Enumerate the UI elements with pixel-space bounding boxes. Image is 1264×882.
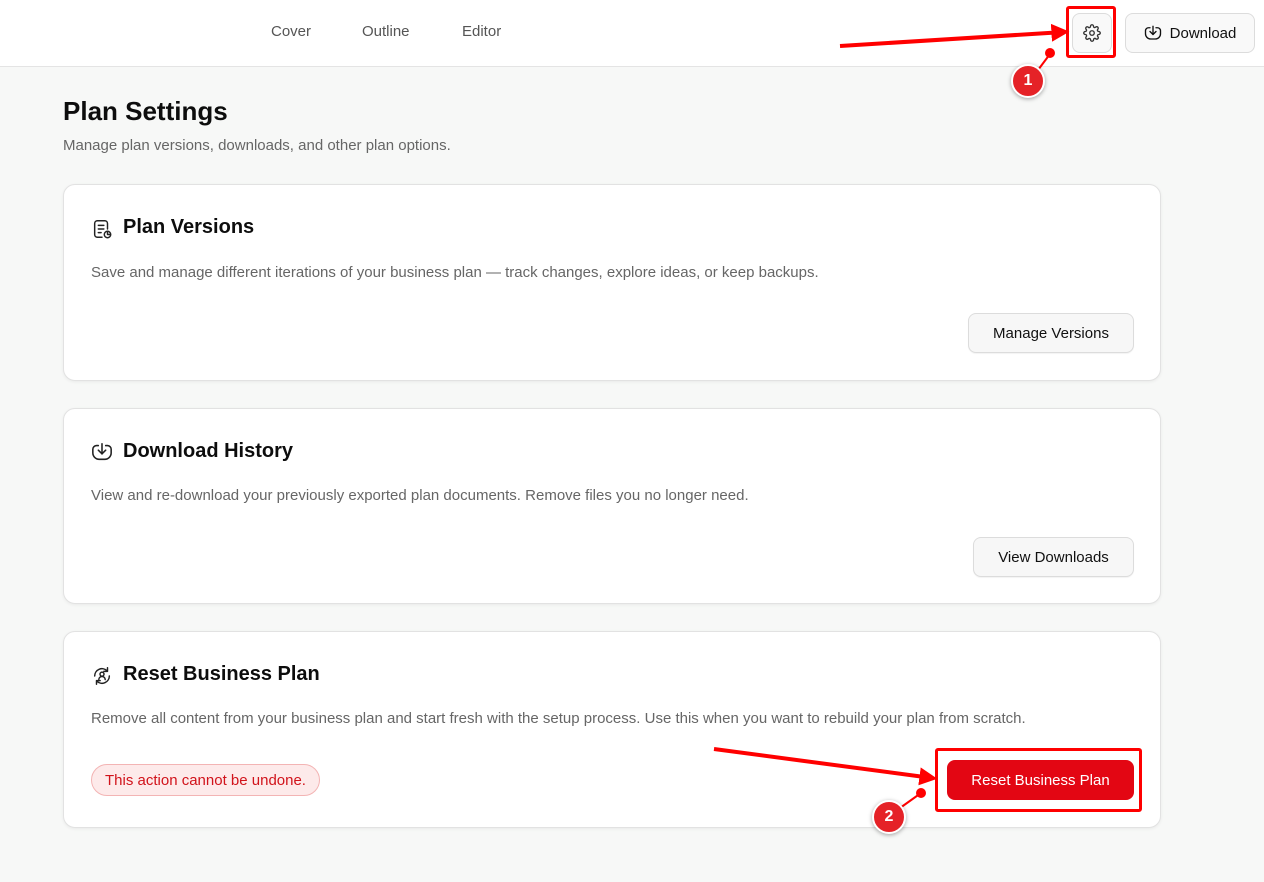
plan-versions-title: Plan Versions (123, 216, 255, 238)
reset-user-icon (93, 667, 111, 685)
download-button[interactable]: Download (1125, 13, 1255, 53)
step-marker-2: 2 (872, 800, 906, 834)
reset-plan-description: Remove all content from your business pl… (91, 710, 1026, 727)
tab-outline[interactable]: Outline (362, 23, 410, 40)
download-icon (92, 442, 112, 461)
irreversible-warning-badge: This action cannot be undone. (91, 764, 320, 796)
download-history-card: Download History View and re-download yo… (63, 408, 1161, 604)
page-subtitle: Manage plan versions, downloads, and oth… (63, 137, 451, 154)
reset-plan-card: Reset Business Plan Remove all content f… (63, 631, 1161, 828)
tab-cover[interactable]: Cover (271, 23, 311, 40)
gear-icon (1083, 24, 1101, 42)
reset-business-plan-button[interactable]: Reset Business Plan (947, 760, 1134, 800)
download-history-description: View and re-download your previously exp… (91, 487, 749, 504)
view-downloads-button[interactable]: View Downloads (973, 537, 1134, 577)
download-history-title: Download History (123, 440, 294, 462)
download-icon (1144, 25, 1161, 40)
plan-versions-card: Plan Versions Save and manage different … (63, 184, 1161, 381)
tab-editor[interactable]: Editor (462, 23, 501, 40)
step-marker-1: 1 (1011, 64, 1045, 98)
reset-plan-title: Reset Business Plan (123, 663, 320, 685)
top-bar: Cover Outline Editor Download (0, 0, 1264, 67)
plan-versions-description: Save and manage different iterations of … (91, 264, 819, 281)
download-button-label: Download (1169, 24, 1237, 42)
settings-button[interactable] (1072, 13, 1112, 53)
manage-versions-button[interactable]: Manage Versions (968, 313, 1134, 353)
document-versions-icon (93, 220, 112, 239)
page-title: Plan Settings (63, 96, 228, 126)
